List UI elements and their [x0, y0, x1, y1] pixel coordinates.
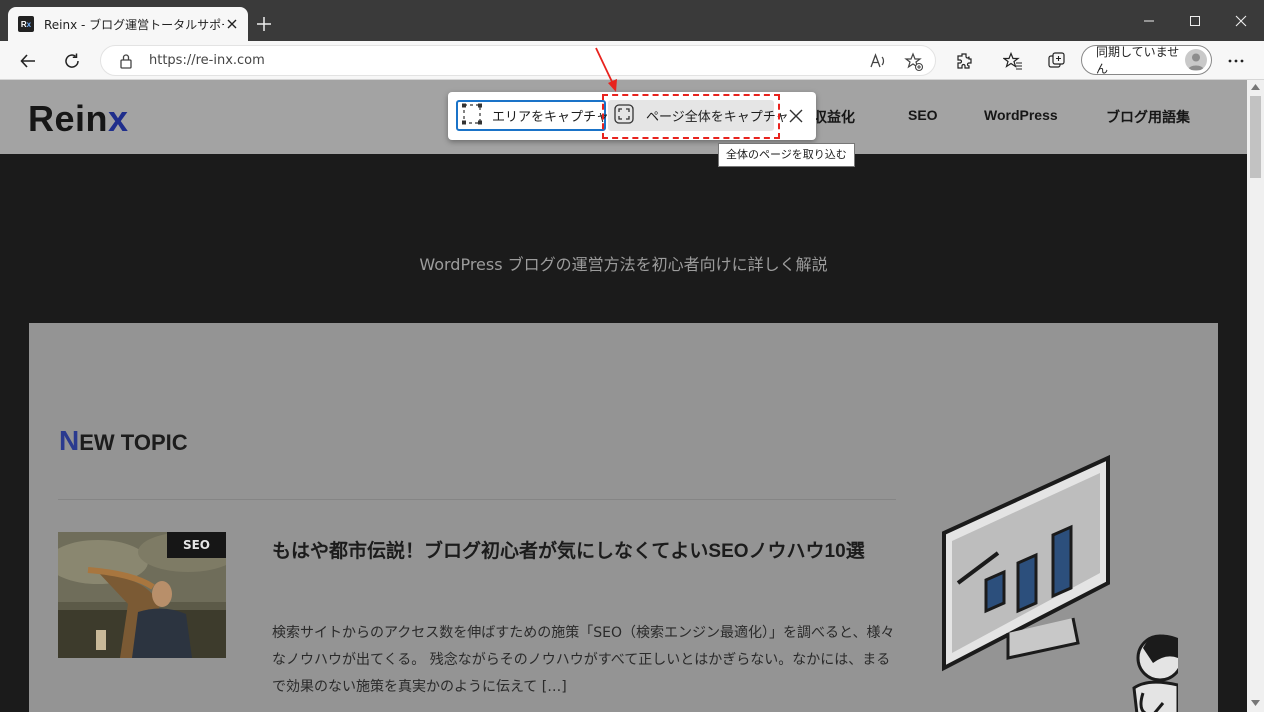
maximize-button[interactable]	[1172, 0, 1218, 41]
main-content: NEW TOPIC SEO もはや都市伝説！ブログ初心者が気にしなくてよいSEO…	[29, 323, 1218, 712]
section-title: NEW TOPIC	[59, 425, 188, 456]
capture-area-button[interactable]: エリアをキャプチャする	[456, 100, 635, 131]
annotation-highlight-box	[602, 94, 780, 139]
read-aloud-icon[interactable]	[869, 52, 887, 74]
url-text: https://re-inx.com	[149, 53, 265, 68]
capture-close-icon[interactable]	[786, 106, 806, 126]
article-excerpt: 検索サイトからのアクセス数を伸ばすための施策「SEO（検索エンジン最適化）」を調…	[272, 625, 895, 695]
browser-tab[interactable]: Rx Reinx - ブログ運営トータルサポート	[8, 7, 248, 41]
extensions-icon[interactable]	[952, 49, 976, 73]
capture-tooltip: 全体のページを取り込む	[718, 143, 855, 167]
nav-item-monetize[interactable]: 収益化	[813, 107, 855, 127]
nav-item-wordpress[interactable]: WordPress	[984, 107, 1058, 123]
annotation-arrow-icon	[595, 47, 617, 92]
favorite-add-icon[interactable]	[904, 52, 924, 76]
scroll-thumb[interactable]	[1250, 96, 1261, 178]
scroll-down-icon[interactable]	[1251, 700, 1260, 706]
web-page: Reinx 収益化 SEO WordPress ブログ用語集 WordPress…	[0, 80, 1247, 712]
refresh-button[interactable]	[60, 49, 84, 73]
title-bar: Rx Reinx - ブログ運営トータルサポート	[0, 0, 1264, 41]
scroll-up-icon[interactable]	[1251, 84, 1260, 90]
browser-toolbar: https://re-inx.com 同期していません	[0, 41, 1264, 80]
tab-title: Reinx - ブログ運営トータルサポート	[44, 17, 224, 32]
sync-status-label: 同期していません	[1096, 45, 1180, 76]
nav-item-seo[interactable]: SEO	[908, 107, 938, 123]
site-tagline: WordPress ブログの運営方法を初心者向けに詳しく解説	[419, 255, 828, 274]
lock-icon[interactable]	[119, 53, 133, 73]
avatar	[1185, 49, 1207, 71]
new-tab-button[interactable]	[254, 14, 274, 34]
back-button[interactable]	[16, 49, 40, 73]
category-badge[interactable]: SEO	[166, 532, 226, 558]
minimize-button[interactable]	[1126, 0, 1172, 41]
favorites-icon[interactable]	[1001, 49, 1025, 73]
vertical-scrollbar[interactable]	[1247, 80, 1264, 712]
article-title[interactable]: もはや都市伝説！ブログ初心者が気にしなくてよいSEOノウハウ10選	[272, 533, 912, 570]
article-thumbnail[interactable]: SEO	[58, 532, 226, 658]
area-select-icon	[460, 102, 484, 130]
site-logo[interactable]: Reinx	[28, 98, 129, 140]
nav-item-glossary[interactable]: ブログ用語集	[1106, 107, 1190, 127]
profile-sync-button[interactable]: 同期していません	[1081, 45, 1212, 76]
collections-icon[interactable]	[1045, 49, 1069, 73]
address-bar[interactable]: https://re-inx.com	[100, 45, 936, 76]
tab-close-icon[interactable]	[224, 16, 240, 32]
site-favicon-icon: Rx	[18, 16, 34, 32]
divider	[58, 499, 896, 500]
close-window-button[interactable]	[1218, 0, 1264, 41]
more-menu-icon[interactable]	[1224, 49, 1248, 73]
monitor-person-illustration	[942, 454, 1178, 712]
